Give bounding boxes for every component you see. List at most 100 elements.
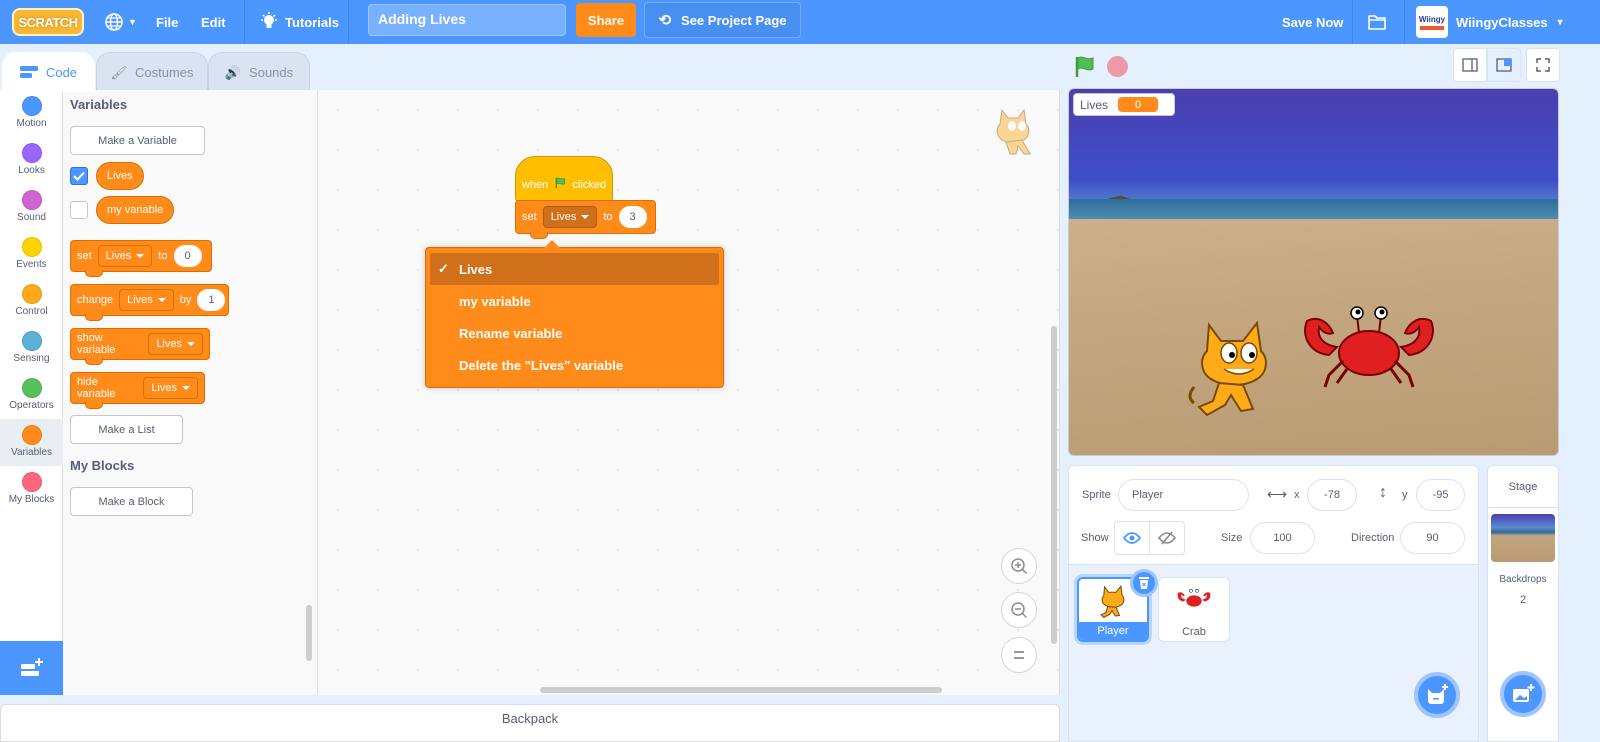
choose-sprite-button[interactable] [1414, 672, 1460, 718]
backpack[interactable]: Backpack [0, 704, 1060, 742]
edit-menu[interactable]: Edit [201, 0, 226, 44]
size-input[interactable]: 100 [1250, 522, 1315, 554]
vertical-arrows-icon: ↕ [1379, 484, 1387, 501]
when-flag-clicked-block[interactable]: when clicked [515, 156, 613, 202]
lives-variable-checkbox[interactable] [70, 167, 88, 185]
normal-stage-button[interactable] [1487, 48, 1521, 82]
fullscreen-icon [1536, 58, 1550, 72]
make-block-button[interactable]: Make a Block [70, 487, 193, 516]
make-list-button[interactable]: Make a List [70, 415, 183, 444]
share-button[interactable]: Share [576, 3, 636, 37]
choose-backdrop-button[interactable] [1500, 671, 1546, 717]
category-control[interactable]: Control [0, 278, 63, 325]
account-menu[interactable]: Wiingy WiingyClasses ▼ [1416, 0, 1565, 44]
sprite-tile-crab[interactable]: Crab [1158, 577, 1230, 642]
hide-sprite-button[interactable] [1150, 521, 1185, 555]
menu-item-my-variable[interactable]: my variable [430, 285, 719, 317]
zoom-reset-button[interactable] [1001, 637, 1037, 673]
category-sensing[interactable]: Sensing [0, 325, 63, 372]
save-now-button[interactable]: Save Now [1282, 0, 1343, 44]
palette-scrollbar[interactable] [306, 605, 312, 661]
variable-dropdown[interactable]: Lives [143, 377, 198, 399]
speaker-icon: 🔊 [224, 64, 242, 80]
value-input[interactable]: 1 [197, 289, 226, 311]
stage-title: Stage [1487, 466, 1559, 508]
cat-sprite[interactable] [1184, 317, 1284, 425]
sprite-name-input[interactable]: Player [1118, 479, 1249, 511]
eye-icon [1123, 532, 1141, 544]
make-variable-button[interactable]: Make a Variable [70, 126, 205, 155]
my-blocks-heading: My Blocks [70, 458, 135, 473]
zoom-in-button[interactable] [1001, 548, 1037, 584]
menu-item-delete-variable[interactable]: Delete the "Lives" variable [430, 349, 719, 381]
my-variable-checkbox[interactable] [70, 201, 88, 219]
small-stage-button[interactable] [1453, 48, 1487, 82]
scratch-logo[interactable]: SCRATCH [12, 8, 84, 36]
x-position-input[interactable]: -78 [1307, 479, 1357, 511]
tab-sounds[interactable]: 🔊 Sounds [208, 52, 310, 92]
language-menu[interactable]: ▼ [104, 0, 137, 44]
variable-dropdown[interactable]: Lives [119, 289, 174, 311]
my-variable-reporter-block[interactable]: my variable [96, 196, 175, 224]
my-stuff-button[interactable] [1367, 0, 1387, 44]
category-motion[interactable]: Motion [0, 90, 63, 137]
category-events[interactable]: Events [0, 231, 63, 278]
fullscreen-button[interactable] [1526, 48, 1560, 82]
zoom-out-button[interactable] [1001, 592, 1037, 628]
set-variable-block[interactable]: set Lives to 0 [70, 240, 212, 277]
stage-canvas[interactable] [1068, 88, 1559, 456]
code-workspace[interactable] [318, 90, 1060, 695]
value-input[interactable]: 0 [173, 245, 202, 267]
category-sound[interactable]: Sound [0, 184, 63, 231]
caret-down-icon [581, 215, 590, 219]
lives-variable-monitor[interactable]: Lives 0 [1073, 93, 1175, 116]
small-stage-icon [1462, 58, 1478, 72]
looks-dot-icon [21, 143, 42, 163]
variable-dropdown-open[interactable]: Lives [542, 206, 598, 228]
remix-arrows-icon: ⟲ [658, 12, 672, 29]
green-flag-button[interactable] [1073, 55, 1097, 84]
category-my-blocks[interactable]: My Blocks [0, 466, 63, 513]
caret-down-icon [187, 342, 195, 346]
direction-input[interactable]: 90 [1400, 522, 1465, 554]
lives-reporter-block[interactable]: Lives [96, 162, 144, 190]
username-label: WiingyClasses [1456, 14, 1548, 30]
show-variable-block[interactable]: show variable Lives [70, 328, 210, 365]
variable-dropdown-menu: ✓ Lives my variable Rename variable Delet… [425, 240, 724, 388]
monitor-label: Lives [1080, 97, 1109, 112]
project-title-input[interactable]: Adding Lives [368, 4, 566, 36]
variable-dropdown[interactable]: Lives [97, 245, 153, 267]
change-variable-block[interactable]: change Lives by 1 [70, 284, 229, 321]
hide-variable-block[interactable]: hide variable Lives [70, 372, 205, 409]
tutorials-label: Tutorials [285, 14, 339, 30]
tab-costumes[interactable]: 🖌 Costumes [96, 52, 208, 92]
show-sprite-button[interactable] [1114, 521, 1150, 555]
see-project-page-button[interactable]: ⟲ See Project Page [644, 2, 801, 38]
lightbulb-icon [261, 12, 277, 28]
crab-sprite[interactable] [1299, 301, 1439, 397]
delete-sprite-button[interactable] [1130, 569, 1158, 597]
file-menu[interactable]: File [156, 0, 178, 44]
add-extension-button[interactable] [0, 641, 63, 695]
category-operators[interactable]: Operators [0, 372, 63, 419]
menu-item-rename-variable[interactable]: Rename variable [430, 317, 719, 349]
globe-icon [105, 13, 123, 31]
workspace-vertical-scrollbar[interactable] [1051, 326, 1057, 644]
value-input[interactable]: 3 [618, 206, 647, 228]
divider [348, 0, 349, 44]
y-position-input[interactable]: -95 [1416, 479, 1465, 511]
menu-item-lives[interactable]: ✓ Lives [430, 253, 719, 285]
category-variables[interactable]: Variables [0, 419, 63, 466]
workspace-horizontal-scrollbar[interactable] [540, 687, 942, 693]
x-label: x [1294, 489, 1300, 501]
variable-dropdown[interactable]: Lives [148, 333, 203, 355]
tab-code[interactable]: Code [2, 52, 95, 92]
tutorials-button[interactable]: Tutorials [259, 0, 339, 44]
divider [1352, 0, 1353, 44]
sound-dot-icon [21, 190, 42, 210]
category-looks[interactable]: Looks [0, 137, 63, 184]
stop-button[interactable] [1107, 56, 1128, 77]
set-lives-block[interactable]: set Lives to 3 [515, 200, 656, 239]
folder-icon [1368, 15, 1386, 30]
backdrop-thumbnail[interactable] [1491, 514, 1555, 562]
